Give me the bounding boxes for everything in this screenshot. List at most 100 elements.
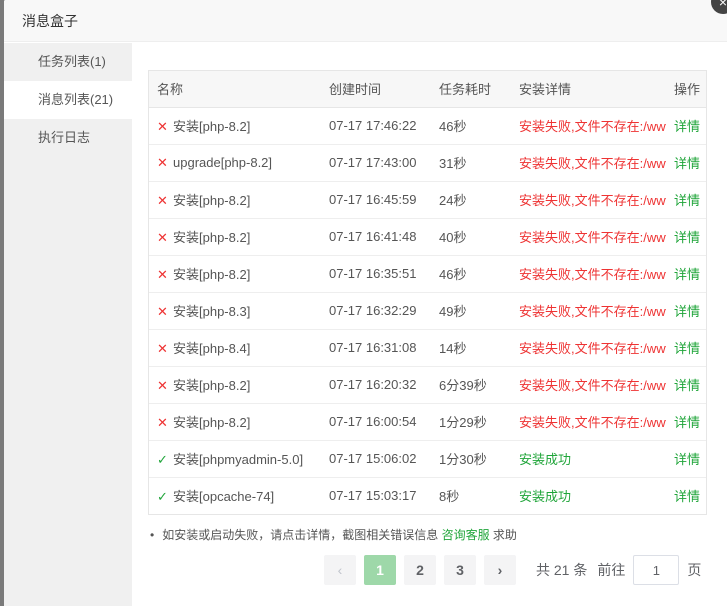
cell-operation: 详情 bbox=[666, 107, 706, 145]
cell-operation: 详情 bbox=[666, 292, 706, 330]
table-row: ✕ 安装[php-8.3] 07-17 16:32:29 49秒 安装失败,文件不存在:… bbox=[149, 292, 706, 330]
cell-created-time: 07-17 16:00:54 bbox=[321, 403, 431, 441]
page-1-button[interactable]: 1 bbox=[364, 555, 396, 585]
page-2-button[interactable]: 2 bbox=[404, 555, 436, 585]
cell-created-time: 07-17 15:03:17 bbox=[329, 488, 417, 504]
table-row: ✕ 安装[php-8.2] 07-17 17:46:22 46秒 安装失败,文件不存在:… bbox=[149, 107, 706, 145]
detail-link[interactable]: 详情 bbox=[674, 267, 700, 282]
task-name: 安装[php-8.4] bbox=[173, 341, 251, 356]
cell-created-time: 07-17 17:43:00 bbox=[321, 144, 431, 182]
message-table: 名称 创建时间 任务耗时 安装详情 操作 ✕ 安装[php-8.2] 07-17 1… bbox=[148, 70, 707, 515]
sidebar-item-logs[interactable]: 执行日志 bbox=[4, 119, 132, 157]
fail-cross-icon: ✕ bbox=[157, 378, 168, 393]
main-panel: 名称 创建时间 任务耗时 安装详情 操作 ✕ 安装[php-8.2] 07-17 1… bbox=[132, 43, 727, 606]
page-unit-label: 页 bbox=[687, 562, 702, 578]
task-name: upgrade[php-8.2] bbox=[173, 154, 273, 170]
task-name: 安装[php-8.2] bbox=[173, 378, 251, 393]
next-page-icon[interactable]: › bbox=[484, 555, 516, 585]
cell-operation: 详情 bbox=[666, 255, 706, 293]
cell-duration: 40秒 bbox=[431, 218, 511, 256]
cell-install-detail: 安装失败,文件不存在:/www bbox=[511, 107, 666, 145]
cell-name: ✕ 安装[php-8.2] bbox=[149, 218, 321, 256]
detail-link[interactable]: 详情 bbox=[674, 489, 700, 504]
cell-created-time: 07-17 16:20:32 bbox=[321, 366, 431, 404]
header-name: 名称 bbox=[149, 71, 321, 108]
detail-link[interactable]: 详情 bbox=[674, 452, 700, 467]
page-3-button[interactable]: 3 bbox=[444, 555, 476, 585]
cell-install-detail: 安装失败,文件不存在:/www bbox=[511, 218, 666, 256]
cell-operation: 详情 bbox=[666, 329, 706, 367]
detail-link[interactable]: 详情 bbox=[674, 119, 700, 134]
cell-operation: 详情 bbox=[666, 403, 706, 441]
cell-duration: 14秒 bbox=[431, 329, 511, 367]
fail-cross-icon: ✕ bbox=[157, 304, 168, 319]
cell-install-detail: 安装成功 bbox=[511, 440, 666, 478]
detail-link[interactable]: 详情 bbox=[674, 304, 700, 319]
fail-cross-icon: ✕ bbox=[157, 193, 168, 208]
cell-duration: 49秒 bbox=[431, 292, 511, 330]
cell-name: ✕ 安装[php-8.3] bbox=[149, 292, 321, 330]
sidebar-item-tasks[interactable]: 任务列表(1) bbox=[4, 43, 132, 81]
contact-support-link[interactable]: 咨询客服 bbox=[442, 528, 490, 542]
cell-install-detail: 安装失败,文件不存在:/www bbox=[511, 292, 666, 330]
detail-link[interactable]: 详情 bbox=[674, 230, 700, 245]
detail-link[interactable]: 详情 bbox=[674, 193, 700, 208]
cell-operation: 详情 bbox=[666, 218, 706, 256]
prev-page-icon[interactable]: ‹ bbox=[324, 555, 356, 585]
fail-cross-icon: ✕ bbox=[157, 415, 168, 430]
goto-label: 前往 bbox=[597, 562, 626, 578]
header-operation: 操作 bbox=[666, 71, 706, 108]
cell-duration: 46秒 bbox=[431, 255, 511, 293]
fail-cross-icon: ✕ bbox=[157, 341, 168, 356]
help-note-suffix: 求助 bbox=[492, 528, 517, 542]
cell-name: ✕ 安装[php-8.2] bbox=[149, 181, 321, 219]
task-name: 安装[php-8.2] bbox=[173, 193, 251, 208]
goto-page-input[interactable] bbox=[633, 555, 680, 585]
fail-cross-icon: ✕ bbox=[157, 267, 168, 282]
header-created-time: 创建时间 bbox=[321, 71, 431, 108]
cell-created-time: 07-17 16:32:29 bbox=[321, 292, 431, 330]
task-name: 安装[opcache-74] bbox=[173, 489, 275, 505]
cell-name: ✕ 安装[php-8.4] bbox=[149, 329, 321, 367]
task-name: 安装[php-8.3] bbox=[173, 304, 251, 319]
cell-created-time: 07-17 16:31:08 bbox=[321, 329, 431, 367]
table-row: ✕ 安装[php-8.2] 07-17 16:20:32 6分39秒 安装失败,文件不存… bbox=[149, 366, 706, 404]
table-row: ✕ 安装[php-8.2] 07-17 16:35:51 46秒 安装失败,文件不存在:… bbox=[149, 255, 706, 293]
table-header-row: 名称 创建时间 任务耗时 安装详情 操作 bbox=[149, 71, 706, 108]
cell-created-time: 07-17 16:35:51 bbox=[321, 255, 431, 293]
cell-duration: 24秒 bbox=[431, 181, 511, 219]
task-name: 安装[php-8.2] bbox=[173, 415, 251, 430]
cell-operation: 详情 bbox=[666, 366, 706, 404]
pagination: ‹ 1 2 3 › 共 21 条 前往 页 bbox=[324, 555, 701, 585]
cell-name: ✓ 安装[opcache-74] bbox=[149, 477, 321, 514]
table-row: ✕ 安装[php-8.2] 07-17 16:45:59 24秒 安装失败,文件不存在:… bbox=[149, 181, 706, 219]
cell-created-time: 07-17 17:46:22 bbox=[321, 107, 431, 145]
message-box-dialog: 消息盒子 任务列表(1) 消息列表(21) 执行日志 名称 创建时间 任务耗时 … bbox=[4, 0, 727, 606]
cell-created-time: 07-17 15:06:02 bbox=[321, 440, 431, 478]
cell-name: ✓ 安装[phpmyadmin-5.0] bbox=[149, 440, 321, 478]
cell-duration: 1分30秒 bbox=[431, 440, 511, 478]
cell-created-time: 07-17 16:41:48 bbox=[321, 218, 431, 256]
help-note-text: 如安装或启动失败，请点击详情，截图相关错误信息 bbox=[162, 528, 439, 542]
detail-link[interactable]: 详情 bbox=[674, 341, 700, 356]
cell-name: ✕ upgrade[php-8.2] bbox=[149, 144, 321, 182]
cell-install-detail: 安装失败,文件不存在:/www bbox=[511, 366, 666, 404]
sidebar: 任务列表(1) 消息列表(21) 执行日志 bbox=[4, 43, 132, 606]
cell-name: ✕ 安装[php-8.2] bbox=[149, 255, 321, 293]
detail-link[interactable]: 详情 bbox=[674, 156, 700, 171]
table-row: ✓ 安装[phpmyadmin-5.0] 07-17 15:06:02 1分30秒 安装… bbox=[149, 440, 706, 478]
sidebar-item-messages[interactable]: 消息列表(21) bbox=[4, 81, 132, 119]
fail-cross-icon: ✕ bbox=[157, 154, 168, 170]
cell-name: ✕ 安装[php-8.2] bbox=[149, 107, 321, 145]
header-install-detail: 安装详情 bbox=[511, 71, 666, 108]
cell-operation: 详情 bbox=[666, 181, 706, 219]
detail-link[interactable]: 详情 bbox=[674, 378, 700, 393]
cell-name: ✕ 安装[php-8.2] bbox=[149, 403, 321, 441]
cell-duration: 6分39秒 bbox=[431, 366, 511, 404]
detail-link[interactable]: 详情 bbox=[674, 415, 700, 430]
cell-operation: 详情 bbox=[666, 477, 706, 514]
table-row: ✕ 安装[php-8.2] 07-17 16:00:54 1分29秒 安装失败,文件不存… bbox=[149, 403, 706, 441]
table-row: ✕ 安装[php-8.4] 07-17 16:31:08 14秒 安装失败,文件不存在:… bbox=[149, 329, 706, 367]
task-name: 安装[php-8.2] bbox=[173, 119, 251, 134]
cell-install-detail: 安装失败,文件不存在:/www bbox=[511, 403, 666, 441]
